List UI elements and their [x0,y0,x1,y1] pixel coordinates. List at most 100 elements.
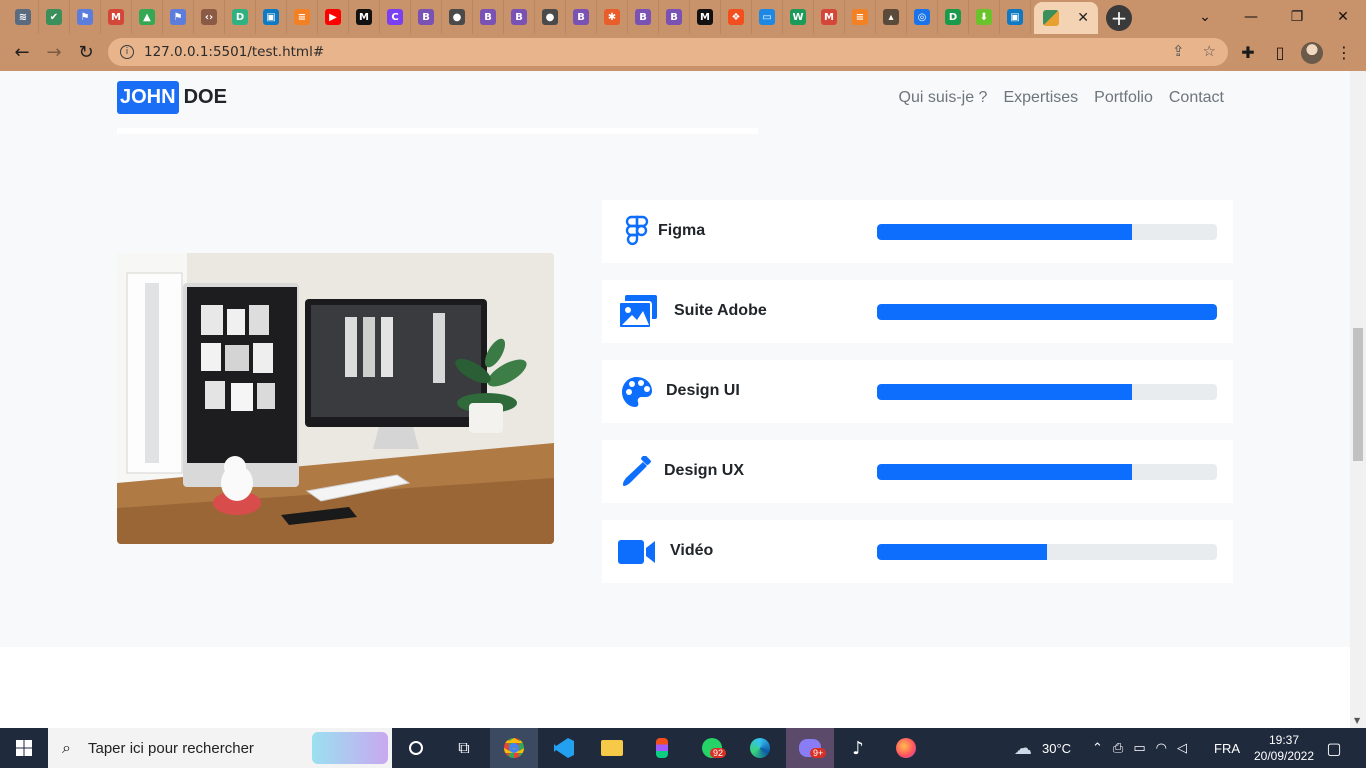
browser-tab[interactable]: ▣ [256,0,287,34]
browser-tab[interactable]: B [411,0,442,34]
language-indicator[interactable]: FRA [1214,728,1240,768]
browser-tab[interactable]: ▲ [132,0,163,34]
next-section [0,647,1350,728]
tab-search-icon[interactable]: ⌄ [1182,0,1228,34]
chevron-up-icon[interactable]: ⌃ [1092,741,1103,756]
browser-tab[interactable]: D [225,0,256,34]
weather-widget[interactable]: ☁ 30°C [1014,728,1071,768]
browser-tab[interactable]: ≋ [8,0,39,34]
browser-tab[interactable]: ⬇ [969,0,1000,34]
browser-tab[interactable]: ● [442,0,473,34]
taskbar-search[interactable]: ⌕ Taper ici pour rechercher [48,728,392,768]
url-text[interactable]: 127.0.0.1:5501/test.html# [144,44,324,60]
browser-tab[interactable]: B [473,0,504,34]
browser-tab[interactable]: M [814,0,845,34]
browser-tab[interactable]: ▶ [318,0,349,34]
figma-app-icon[interactable] [638,728,686,768]
volume-icon[interactable]: ◁ [1177,741,1187,756]
workspace-photo [117,253,554,544]
browser-tab[interactable]: ✱ [597,0,628,34]
menu-icon[interactable]: ⋮ [1328,34,1360,71]
browser-tab[interactable]: ● [535,0,566,34]
address-bar[interactable]: i 127.0.0.1:5501/test.html# ⇪ ☆ [108,38,1228,66]
medium-icon: M [356,9,372,25]
tiktok-app-icon[interactable]: ♪ [834,728,882,768]
restore-button[interactable]: ❐ [1274,0,1320,34]
browser-tab[interactable]: ▣ [1000,0,1031,34]
youtube-icon: ▶ [325,9,341,25]
browser-tab[interactable]: ✔ [39,0,70,34]
browser-tab[interactable]: B [504,0,535,34]
notification-center-icon[interactable]: ▢ [1322,728,1346,768]
layers-icon: ≋ [15,9,31,25]
wifi-icon[interactable]: ◠ [1156,741,1167,756]
nav-link-expertise[interactable]: Expertises [1003,89,1078,107]
whatsapp-app-icon[interactable]: 92 [688,728,736,768]
vscode-app-icon[interactable] [540,728,588,768]
battery-icon[interactable]: ▭ [1133,741,1145,756]
browser-tab[interactable]: ◎ [907,0,938,34]
tab-list: ≋ ✔ ⚑ M ▲ ⚑ ‹› D ▣ ≡ ▶ M C B ● B B ● B ✱ B B M ❖ ▭ W M ≡ ▴ ◎ D ⬇ ▣ [0,0,1031,34]
browser-tab[interactable]: B [628,0,659,34]
chrome-app-icon[interactable] [490,728,538,768]
nav-link-portfolio[interactable]: Portfolio [1094,89,1153,107]
code-icon: ‹› [201,9,217,25]
extensions-icon[interactable]: ✚ [1232,34,1264,71]
nav-link-contact[interactable]: Contact [1169,89,1224,107]
scroll-down-arrow-icon[interactable]: ▼ [1354,716,1360,725]
scrollbar-thumb[interactable] [1353,328,1363,461]
tab-active[interactable]: ✕ [1034,2,1098,34]
file-explorer-icon[interactable] [588,728,636,768]
nav-link-about[interactable]: Qui suis-je ? [899,89,988,107]
reload-button[interactable]: ↻ [70,37,102,69]
skill-label: Figma [658,222,706,239]
side-panel-icon[interactable]: ▯ [1264,34,1296,71]
stack-icon: ≡ [852,9,868,25]
browser-tab[interactable]: ▴ [876,0,907,34]
browser-tab[interactable]: M [101,0,132,34]
browser-tab[interactable]: C [380,0,411,34]
browser-tab[interactable]: ≡ [287,0,318,34]
close-window-button[interactable]: ✕ [1320,0,1366,34]
browser-tab[interactable]: B [659,0,690,34]
browser-tab[interactable]: ⚑ [70,0,101,34]
skill-progress-fill [877,384,1132,400]
browser-tab[interactable]: D [938,0,969,34]
whatsapp-badge: 92 [710,748,727,758]
profile-avatar[interactable] [1296,34,1328,71]
brand-logo[interactable]: JOHN DOE [117,81,227,114]
browser-tab[interactable]: W [783,0,814,34]
minimize-button[interactable]: — [1228,0,1274,34]
site-info-icon[interactable]: i [120,45,134,59]
clock[interactable]: 19:37 20/09/2022 [1246,728,1322,768]
start-button[interactable] [0,728,48,768]
new-tab-button[interactable]: + [1106,5,1132,31]
language-label: FRA [1214,740,1240,756]
page-scrollbar[interactable]: ▼ [1350,71,1366,728]
tab-close-icon[interactable]: ✕ [1077,10,1089,26]
cortana-icon[interactable] [392,728,440,768]
bookmark-star-icon[interactable]: ☆ [1203,42,1216,60]
browser-tab[interactable]: ▭ [752,0,783,34]
browser-tab[interactable]: ❖ [721,0,752,34]
browser-tab[interactable]: ⚑ [163,0,194,34]
page-viewport: JOHN DOE Qui suis-je ? Expertises Portfo… [0,71,1350,728]
skill-card-design-ui: Design UI [602,360,1233,423]
browser-tab[interactable]: M [349,0,380,34]
browser-tab[interactable]: ≡ [845,0,876,34]
search-placeholder[interactable]: Taper ici pour rechercher [88,740,254,757]
firefox-app-icon[interactable] [882,728,930,768]
discord-app-icon[interactable]: 9+ [786,728,834,768]
flag-icon: ⚑ [170,9,186,25]
browser-tab[interactable]: B [566,0,597,34]
meet-icon[interactable]: ⎙ [1113,741,1123,756]
task-view-icon[interactable]: ⧉ [440,728,488,768]
forward-button[interactable]: → [38,37,70,69]
edge-app-icon[interactable] [736,728,784,768]
browser-tab[interactable]: ‹› [194,0,225,34]
share-icon[interactable]: ⇪ [1172,42,1185,60]
browser-tab[interactable]: M [690,0,721,34]
back-button[interactable]: ← [6,37,38,69]
clock-time: 19:37 [1268,733,1300,747]
skill-label: Design UX [664,462,745,479]
